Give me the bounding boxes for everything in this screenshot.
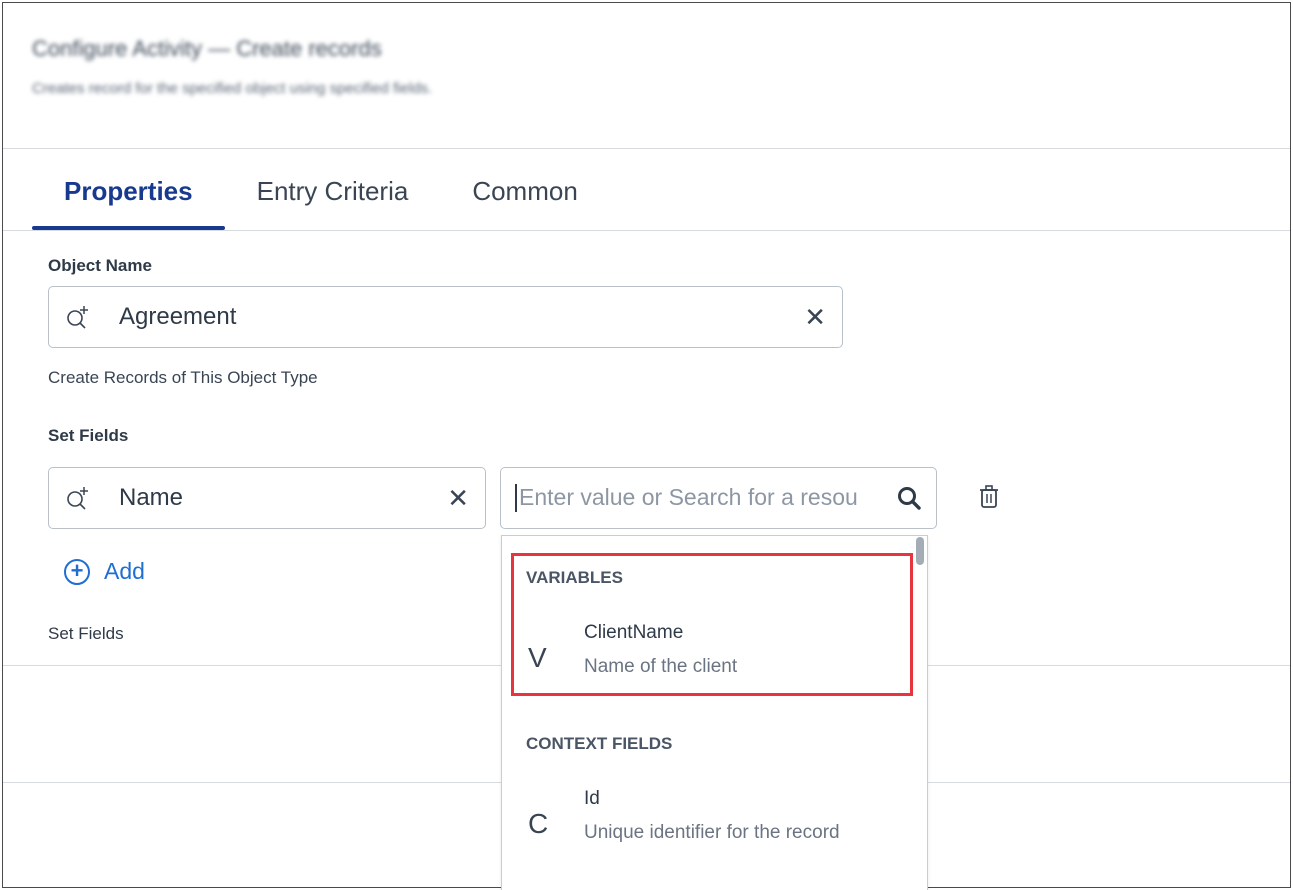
tab-common[interactable]: Common <box>440 172 609 230</box>
body-divider-left <box>3 665 501 666</box>
lookup-search-plus-icon <box>65 304 91 330</box>
close-icon[interactable]: ✕ <box>447 485 469 511</box>
object-name-label: Object Name <box>48 256 152 275</box>
trash-icon[interactable] <box>978 484 1000 510</box>
lookup-search-plus-icon <box>65 485 91 511</box>
tab-bar: Properties Entry Criteria Common <box>32 172 610 230</box>
dropdown-scrollbar[interactable] <box>916 537 924 565</box>
object-name-value: Agreement <box>119 303 237 330</box>
dialog-header: Configure Activity — Create records Crea… <box>32 36 432 97</box>
footer-divider-right <box>928 782 1290 783</box>
item-description: Unique identifier for the record <box>584 822 840 843</box>
field-name-input[interactable]: Name ✕ <box>48 467 486 529</box>
field-name-value: Name <box>119 484 184 511</box>
set-fields-footer-label: Set Fields <box>48 624 124 643</box>
variable-badge-icon: V <box>528 642 547 673</box>
object-type-help-text: Create Records of This Object Type <box>48 368 318 387</box>
dialog-title: Configure Activity — Create records <box>32 36 382 61</box>
tabs-divider <box>3 230 1290 231</box>
field-value-placeholder: Enter value or Search for a resou <box>515 484 896 513</box>
object-name-input[interactable]: Agreement ✕ <box>48 286 843 348</box>
add-label: Add <box>104 558 145 584</box>
header-divider <box>3 148 1290 149</box>
dropdown-item-clientname[interactable]: V ClientName Name of the client <box>502 614 922 692</box>
item-description: Name of the client <box>584 656 738 677</box>
search-icon[interactable] <box>896 485 922 511</box>
close-icon[interactable]: ✕ <box>804 304 826 330</box>
add-field-button[interactable]: + Add <box>64 558 145 585</box>
footer-divider-left <box>3 782 501 783</box>
body-divider-right <box>928 665 1290 666</box>
field-value-input[interactable]: Enter value or Search for a resou <box>500 467 937 529</box>
section-heading-context-fields: CONTEXT FIELDS <box>526 734 673 753</box>
item-name: Id <box>584 788 600 809</box>
tab-entry-criteria[interactable]: Entry Criteria <box>225 172 441 230</box>
field-value-placeholder-text: Enter value or Search for a resou <box>519 483 858 510</box>
tab-properties[interactable]: Properties <box>32 172 225 230</box>
text-caret <box>515 484 517 513</box>
item-name: ClientName <box>584 622 684 643</box>
context-badge-icon: C <box>528 808 549 839</box>
section-heading-variables: VARIABLES <box>526 568 623 587</box>
plus-circle-icon: + <box>64 558 90 585</box>
dialog-subtitle: Creates record for the specified object … <box>32 80 433 97</box>
dropdown-item-id[interactable]: C Id Unique identifier for the record <box>502 780 922 858</box>
set-fields-label: Set Fields <box>48 426 129 445</box>
